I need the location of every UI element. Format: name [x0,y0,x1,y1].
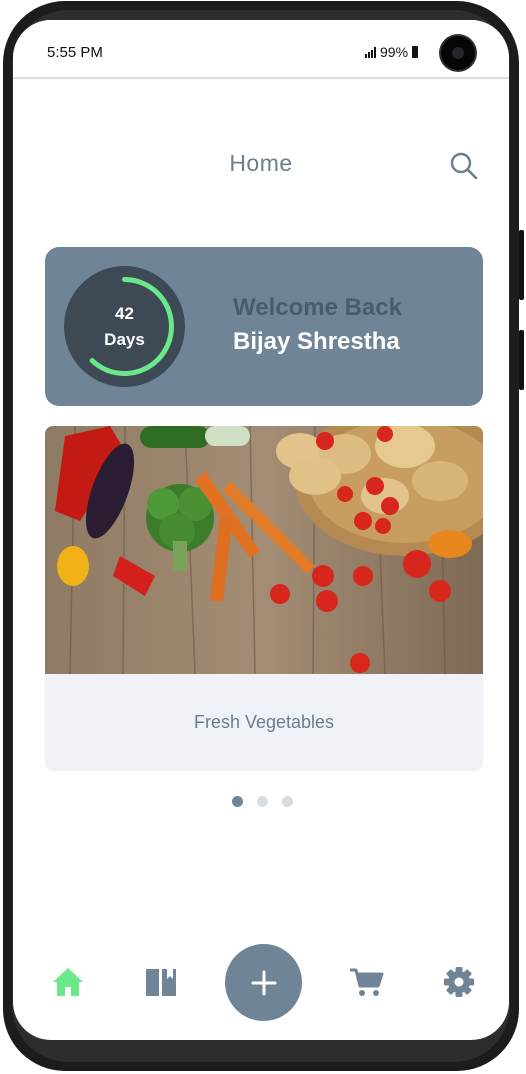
home-icon[interactable] [50,964,86,1000]
search-icon[interactable] [449,151,479,181]
front-camera [441,36,475,70]
plus-icon [251,970,276,995]
battery-percent: 99% [380,44,409,60]
welcome-card[interactable]: 42 Days Welcome Back Bijay Shrestha [45,247,483,406]
greeting-text: Welcome Back [233,294,402,321]
vegetables-image [45,426,483,674]
battery-icon [412,46,419,58]
welcome-text: Welcome Back Bijay Shrestha [233,294,402,356]
book-icon[interactable] [143,964,179,1000]
carousel-pagination [232,796,293,807]
status-indicators: 99% [365,44,419,60]
progress-unit: Days [104,329,145,349]
status-bar: 5:55 PM 99% [13,20,509,79]
status-time: 5:55 PM [47,44,103,61]
cart-icon[interactable] [348,964,384,1000]
pagination-dot-2[interactable] [257,796,268,807]
user-name: Bijay Shrestha [233,328,400,355]
progress-number: 42 [115,303,134,323]
page-title: Home [229,150,293,176]
progress-label: 42 Days [64,266,185,387]
gear-icon[interactable] [441,964,477,1000]
volume-button [519,230,524,300]
carousel-caption: Fresh Vegetables [193,712,335,732]
carousel-card[interactable]: Fresh Vegetables [45,426,483,771]
signal-icon [365,46,376,58]
add-button[interactable] [225,944,302,1021]
app-screen: 5:55 PM 99% Home 42 Days Welcome Back Bi… [13,20,509,1040]
pagination-dot-1[interactable] [232,796,243,807]
power-button [519,330,524,390]
pagination-dot-3[interactable] [282,796,293,807]
